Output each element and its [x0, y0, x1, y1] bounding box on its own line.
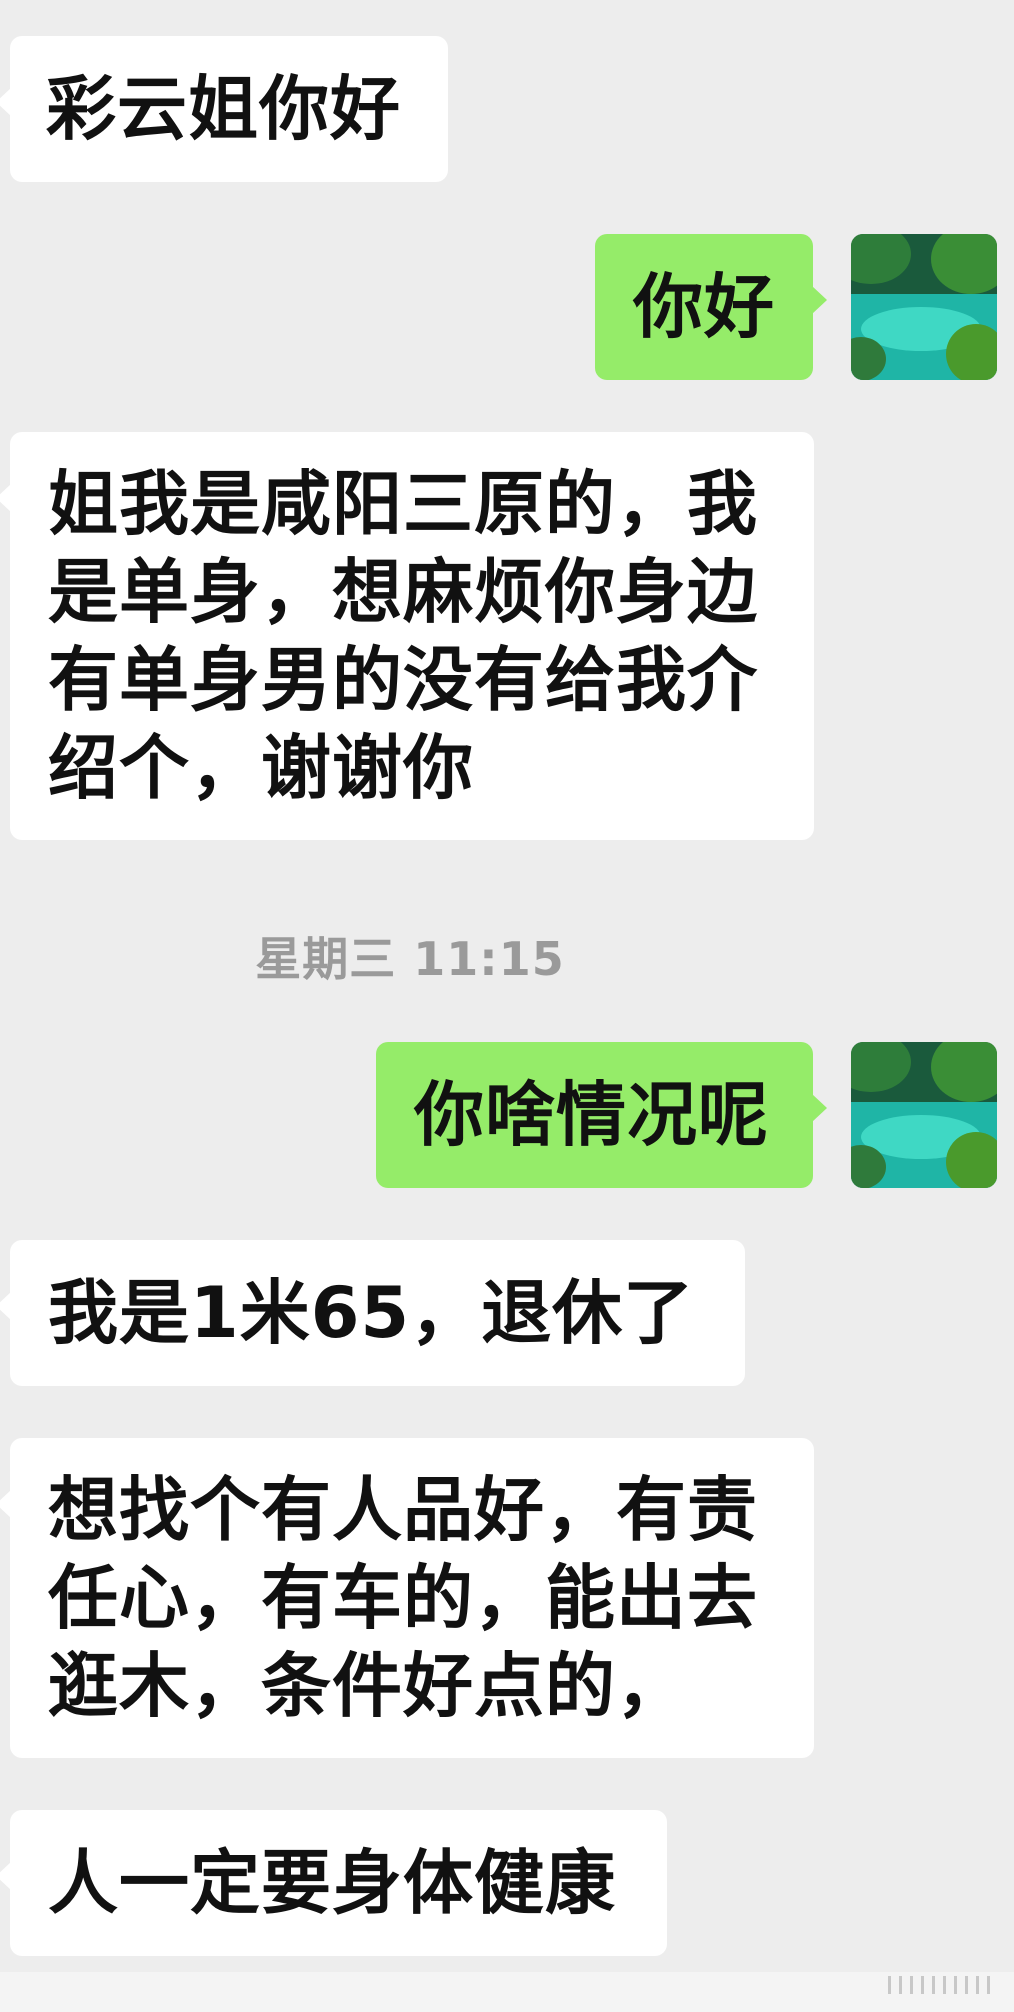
- incoming-message[interactable]: 人一定要身体健康: [0, 1810, 667, 1956]
- landscape-lake-avatar-icon: [851, 1042, 997, 1188]
- message-text: 人一定要身体健康: [48, 1842, 616, 1924]
- message-line: 任心，有车的，能出去: [48, 1557, 758, 1639]
- outgoing-message[interactable]: 你啥情况呢: [376, 1042, 827, 1188]
- message-line: 绍个，谢谢你: [48, 727, 474, 809]
- timestamp: 星期三 11:15: [255, 932, 565, 986]
- message-line: 逛木，条件好点的，: [48, 1645, 687, 1727]
- chat-conversation: 彩云姐你好 你好 姐我是咸阳三原的，我 是单身，想麻烦你身边 有单身男的没有给我…: [0, 0, 1014, 2012]
- message-line: 姐我是咸阳三原的，我: [48, 463, 758, 545]
- message-text: 你啥情况呢: [414, 1074, 769, 1156]
- message-text: 彩云姐你好: [46, 68, 401, 150]
- landscape-lake-avatar-icon: [851, 234, 997, 380]
- incoming-message[interactable]: 姐我是咸阳三原的，我 是单身，想麻烦你身边 有单身男的没有给我介 绍个，谢谢你: [0, 432, 814, 840]
- message-text: 我是1米65，退休了: [48, 1272, 695, 1354]
- user-avatar[interactable]: [851, 1042, 997, 1188]
- bottom-bar: [0, 1972, 1014, 2012]
- scroll-indicator: [888, 1976, 990, 1994]
- message-text: 你好: [633, 266, 775, 348]
- message-line: 是单身，想麻烦你身边: [48, 551, 758, 633]
- incoming-message[interactable]: 我是1米65，退休了: [0, 1240, 745, 1386]
- message-line: 有单身男的没有给我介: [48, 639, 758, 721]
- message-line: 想找个有人品好，有责: [48, 1469, 758, 1551]
- incoming-message[interactable]: 彩云姐你好: [0, 36, 448, 182]
- outgoing-message[interactable]: 你好: [595, 234, 827, 380]
- incoming-message[interactable]: 想找个有人品好，有责 任心，有车的，能出去 逛木，条件好点的，: [0, 1438, 814, 1758]
- user-avatar[interactable]: [851, 234, 997, 380]
